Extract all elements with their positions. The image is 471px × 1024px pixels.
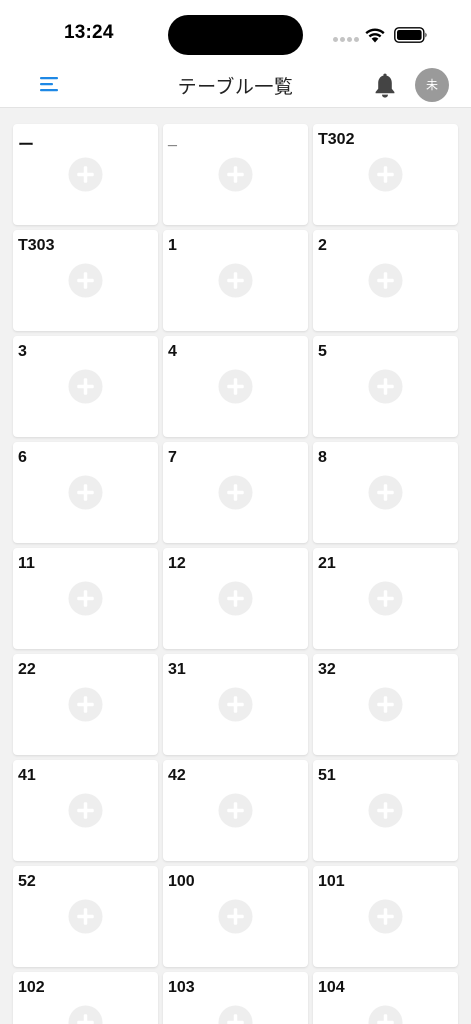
plus-circle-icon[interactable] bbox=[218, 581, 253, 616]
plus-circle-icon[interactable] bbox=[218, 263, 253, 298]
plus-circle-icon[interactable] bbox=[68, 1005, 103, 1024]
plus-circle-icon[interactable] bbox=[68, 899, 103, 934]
table-card[interactable]: 32 bbox=[313, 654, 458, 755]
table-name: T302 bbox=[318, 131, 355, 148]
plus-circle-icon[interactable] bbox=[368, 581, 403, 616]
table-name: 8 bbox=[318, 449, 327, 466]
table-card[interactable]: 8 bbox=[313, 442, 458, 543]
table-name: ー bbox=[18, 137, 35, 154]
table-card[interactable]: 11 bbox=[13, 548, 158, 649]
table-name: 12 bbox=[168, 555, 186, 572]
user-avatar[interactable]: 未 bbox=[415, 68, 449, 102]
plus-circle-icon[interactable] bbox=[218, 475, 253, 510]
table-card[interactable]: 101 bbox=[313, 866, 458, 967]
table-name: 51 bbox=[318, 767, 336, 784]
table-name: 102 bbox=[18, 979, 45, 996]
table-card[interactable]: 41 bbox=[13, 760, 158, 861]
table-card[interactable]: 102 bbox=[13, 972, 158, 1024]
plus-circle-icon[interactable] bbox=[68, 369, 103, 404]
app-header: テーブル一覧 未 bbox=[0, 62, 471, 108]
plus-circle-icon[interactable] bbox=[218, 899, 253, 934]
plus-circle-icon[interactable] bbox=[218, 793, 253, 828]
table-name: 3 bbox=[18, 343, 27, 360]
plus-circle-icon[interactable] bbox=[68, 263, 103, 298]
plus-circle-icon[interactable] bbox=[218, 1005, 253, 1024]
plus-circle-icon[interactable] bbox=[218, 687, 253, 722]
table-card[interactable]: 21 bbox=[313, 548, 458, 649]
table-name: 100 bbox=[168, 873, 195, 890]
battery-icon bbox=[394, 27, 427, 43]
table-name: _ bbox=[168, 131, 177, 148]
table-card[interactable]: 6 bbox=[13, 442, 158, 543]
plus-circle-icon[interactable] bbox=[368, 475, 403, 510]
table-name: 21 bbox=[318, 555, 336, 572]
table-name: T303 bbox=[18, 237, 55, 254]
table-card[interactable]: ー bbox=[13, 124, 158, 225]
plus-circle-icon[interactable] bbox=[368, 899, 403, 934]
table-card[interactable]: 31 bbox=[163, 654, 308, 755]
plus-circle-icon[interactable] bbox=[368, 157, 403, 192]
table-name: 104 bbox=[318, 979, 345, 996]
table-name: 4 bbox=[168, 343, 177, 360]
table-name: 42 bbox=[168, 767, 186, 784]
table-name: 41 bbox=[18, 767, 36, 784]
table-card[interactable]: 5 bbox=[313, 336, 458, 437]
table-name: 31 bbox=[168, 661, 186, 678]
table-name: 2 bbox=[318, 237, 327, 254]
table-card[interactable]: 103 bbox=[163, 972, 308, 1024]
wifi-icon bbox=[365, 28, 385, 43]
plus-circle-icon[interactable] bbox=[218, 369, 253, 404]
plus-circle-icon[interactable] bbox=[218, 157, 253, 192]
table-card[interactable]: 42 bbox=[163, 760, 308, 861]
table-name: 101 bbox=[318, 873, 345, 890]
plus-circle-icon[interactable] bbox=[368, 687, 403, 722]
table-card[interactable]: 22 bbox=[13, 654, 158, 755]
table-name: 103 bbox=[168, 979, 195, 996]
table-card[interactable]: _ bbox=[163, 124, 308, 225]
table-card[interactable]: 1 bbox=[163, 230, 308, 331]
table-card[interactable]: 2 bbox=[313, 230, 458, 331]
status-bar: 13:24 bbox=[0, 0, 471, 62]
table-card[interactable]: T302 bbox=[313, 124, 458, 225]
table-name: 52 bbox=[18, 873, 36, 890]
table-name: 1 bbox=[168, 237, 177, 254]
cellular-signal-icon bbox=[333, 37, 359, 42]
plus-circle-icon[interactable] bbox=[368, 793, 403, 828]
bell-icon bbox=[375, 73, 395, 98]
table-card[interactable]: 3 bbox=[13, 336, 158, 437]
table-name: 7 bbox=[168, 449, 177, 466]
plus-circle-icon[interactable] bbox=[68, 157, 103, 192]
plus-circle-icon[interactable] bbox=[68, 687, 103, 722]
table-card[interactable]: 4 bbox=[163, 336, 308, 437]
table-card[interactable]: 100 bbox=[163, 866, 308, 967]
table-grid: ー _ T302 T303 1 2 3 4 5 6 7 8 11 12 21 22 31 32 41 42 51 52 10… bbox=[13, 124, 458, 1024]
table-name: 11 bbox=[18, 555, 35, 572]
plus-circle-icon[interactable] bbox=[368, 1005, 403, 1024]
page-title: テーブル一覧 bbox=[177, 77, 294, 98]
plus-circle-icon[interactable] bbox=[368, 263, 403, 298]
notifications-button[interactable] bbox=[372, 72, 398, 100]
table-name: 22 bbox=[18, 661, 36, 678]
status-time: 13:24 bbox=[64, 22, 114, 43]
table-card[interactable]: 51 bbox=[313, 760, 458, 861]
table-card[interactable]: 12 bbox=[163, 548, 308, 649]
table-name: 6 bbox=[18, 449, 27, 466]
dynamic-island bbox=[168, 15, 303, 55]
plus-circle-icon[interactable] bbox=[68, 793, 103, 828]
table-card[interactable]: 7 bbox=[163, 442, 308, 543]
plus-circle-icon[interactable] bbox=[368, 369, 403, 404]
table-card[interactable]: 104 bbox=[313, 972, 458, 1024]
table-name: 32 bbox=[318, 661, 336, 678]
table-card[interactable]: T303 bbox=[13, 230, 158, 331]
plus-circle-icon[interactable] bbox=[68, 475, 103, 510]
table-name: 5 bbox=[318, 343, 327, 360]
app-screen: 13:24 テーブル一覧 未 ー _ T302 T303 1 2 3 4 5 6… bbox=[0, 0, 471, 1024]
plus-circle-icon[interactable] bbox=[68, 581, 103, 616]
table-card[interactable]: 52 bbox=[13, 866, 158, 967]
